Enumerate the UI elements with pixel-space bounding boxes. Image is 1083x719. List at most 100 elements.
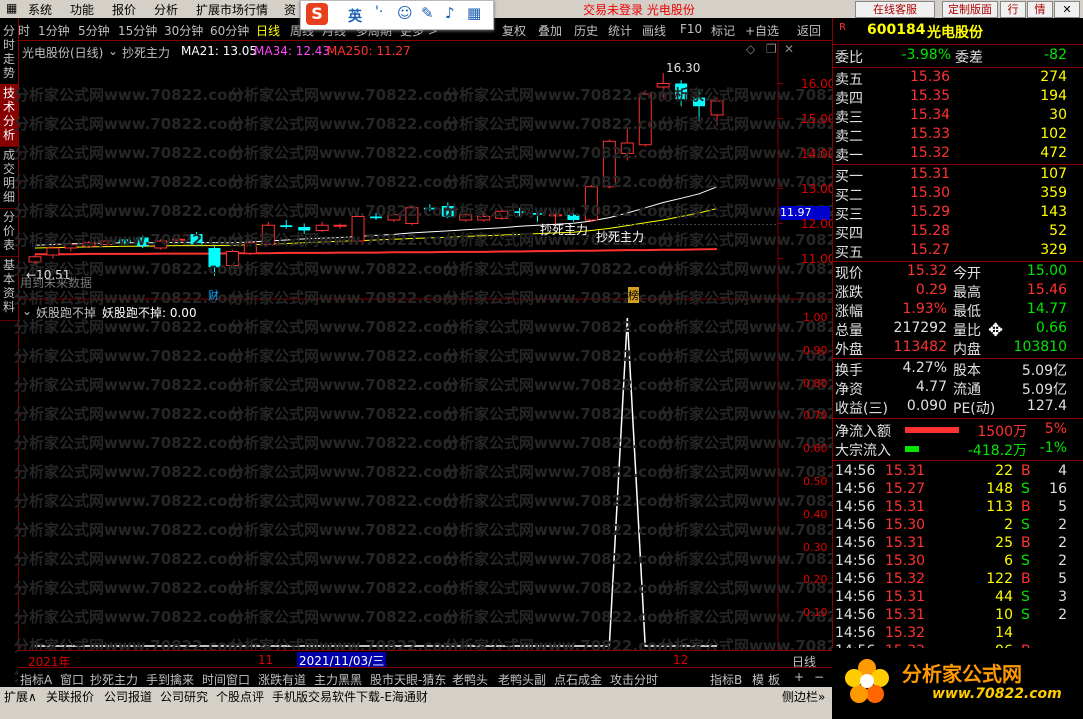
period-tab-15min[interactable]: 15分钟 bbox=[118, 22, 157, 39]
watermark-text: 分析家公式网www.70822.com bbox=[444, 579, 674, 597]
signal-label-shadow: 抄死主力 bbox=[540, 223, 589, 237]
sub-indicator-name[interactable]: 妖股跑不掉 bbox=[36, 304, 96, 321]
stat-label-2: 最低 bbox=[953, 304, 981, 320]
tick-price: 15.31 bbox=[885, 607, 926, 623]
tick-direction: S bbox=[1021, 553, 1030, 569]
menu-system-icon[interactable]: ▦ bbox=[6, 1, 17, 15]
zoom-in-icon[interactable]: + bbox=[794, 670, 804, 684]
online-service-button[interactable]: 在线客服 bbox=[855, 1, 935, 18]
fund-value-2: 127.4 bbox=[1026, 398, 1067, 414]
tab-shoudao[interactable]: 手到擒来 bbox=[146, 671, 194, 688]
tab-indicator-a[interactable]: 指标A bbox=[20, 671, 52, 688]
ime-emoji-icon[interactable]: ☺ bbox=[397, 4, 413, 22]
ime-pen-icon[interactable]: ✎ bbox=[421, 4, 434, 22]
status-company-report[interactable]: 公司报道 bbox=[104, 688, 152, 705]
period-tab-daily[interactable]: 日线 bbox=[256, 22, 280, 39]
status-sidebar-toggle[interactable]: 侧边栏» bbox=[782, 688, 825, 705]
tick-count: 2 bbox=[1058, 517, 1067, 533]
fund-row: 净资 4.77 流通 5.09亿 bbox=[835, 379, 1083, 398]
tab-laoyatou-sub[interactable]: 老鸭头副 bbox=[498, 671, 546, 688]
toolbar-history[interactable]: 历史 bbox=[574, 22, 598, 39]
status-mobile-download[interactable]: 手机版交易软件下载-E海通财 bbox=[272, 688, 428, 705]
vtab-timeshare[interactable]: 分时走势 bbox=[0, 22, 18, 85]
window-restore-icon[interactable]: ❐ bbox=[766, 42, 777, 56]
status-stock-review[interactable]: 个股点评 bbox=[216, 688, 264, 705]
menu-item-more[interactable]: 资 bbox=[284, 1, 296, 18]
menu-bar: ▦ 系统 功能 报价 分析 扩展市场行情 资 交易未登录 光电股份 在线客服 定… bbox=[0, 0, 1083, 18]
situation-button[interactable]: 情 bbox=[1027, 1, 1053, 18]
status-expand[interactable]: 扩展∧ bbox=[4, 688, 37, 705]
main-indicator-name[interactable]: 抄死主力 bbox=[122, 44, 170, 61]
ime-grid-icon[interactable]: ▦ bbox=[467, 4, 481, 22]
tab-mo[interactable]: 模 bbox=[752, 671, 764, 688]
watermark-text: 分析家公式网www.70822.com bbox=[14, 434, 244, 452]
toolbar-fuquan[interactable]: 复权 bbox=[502, 22, 526, 39]
event-mark-finance[interactable]: 财 bbox=[208, 287, 219, 303]
close-icon[interactable]: ✕ bbox=[1054, 1, 1080, 18]
tab-laoyatou[interactable]: 老鸭头 bbox=[452, 671, 488, 688]
ask-label: 卖一 bbox=[835, 148, 863, 164]
period-tab-30min[interactable]: 30分钟 bbox=[164, 22, 203, 39]
ask-row: 卖三 15.34 30 bbox=[835, 107, 1083, 126]
status-company-research[interactable]: 公司研究 bbox=[160, 688, 208, 705]
bid-volume: 143 bbox=[1040, 204, 1067, 220]
toolbar-overlay[interactable]: 叠加 bbox=[538, 22, 562, 39]
tab-indicator-b[interactable]: 指标B bbox=[710, 671, 742, 688]
menu-item-analysis[interactable]: 分析 bbox=[154, 1, 178, 18]
ime-punct-icon[interactable]: '· bbox=[375, 4, 383, 20]
toolbar-add-favorite[interactable]: +自选 bbox=[745, 22, 779, 39]
flower-logo-icon bbox=[845, 659, 889, 703]
fund-label: 净资 bbox=[835, 382, 863, 398]
watermark-text: 分析家公式网www.70822.com bbox=[229, 579, 459, 597]
toolbar-mark[interactable]: 标记 bbox=[711, 22, 735, 39]
sogou-logo-icon[interactable]: S bbox=[306, 3, 328, 25]
stat-value: 113482 bbox=[893, 339, 947, 355]
sub-y-tick: 0.90 bbox=[803, 343, 828, 357]
watermark-text: 分析家公式网www.70822.com bbox=[229, 202, 459, 220]
sub-indicator-dropdown-icon[interactable]: ⌄ bbox=[22, 304, 32, 318]
toolbar-back[interactable]: 返回 bbox=[797, 22, 821, 39]
watermark-text: 分析家公式网www.70822.com bbox=[229, 231, 459, 249]
period-tab-1min[interactable]: 1分钟 bbox=[38, 22, 70, 39]
diamond-icon[interactable]: ◇ bbox=[746, 42, 755, 56]
toolbar-f10[interactable]: F10 bbox=[680, 22, 702, 36]
menu-item-quote[interactable]: 报价 bbox=[112, 1, 136, 18]
tab-gongji[interactable]: 攻击分时 bbox=[610, 671, 658, 688]
quote-button[interactable]: 行 bbox=[1000, 1, 1026, 18]
menu-item-ext-market[interactable]: 扩展市场行情 bbox=[196, 1, 268, 18]
zoom-out-icon[interactable]: − bbox=[814, 670, 824, 684]
ma21-label: MA21: 13.05 bbox=[181, 44, 258, 58]
fund-row: 换手 4.27% 股本 5.09亿 bbox=[835, 360, 1083, 379]
window-close-icon[interactable]: ✕ bbox=[784, 42, 794, 56]
menu-item-system[interactable]: 系统 bbox=[28, 1, 52, 18]
tick-time: 14:56 bbox=[835, 481, 876, 497]
ime-lang-toggle[interactable]: 英 bbox=[348, 6, 362, 26]
watermark-text: 分析家公式网www.70822.com bbox=[444, 318, 674, 336]
tab-chaosi[interactable]: 抄死主力 bbox=[90, 671, 138, 688]
bid-label: 买四 bbox=[835, 226, 863, 242]
period-tab-60min[interactable]: 60分钟 bbox=[210, 22, 249, 39]
menu-item-function[interactable]: 功能 bbox=[70, 1, 94, 18]
tab-zhuli[interactable]: 主力黑黑 bbox=[314, 671, 362, 688]
watermark-text: 分析家公式网www.70822.com bbox=[444, 405, 674, 423]
tab-window[interactable]: 窗口 bbox=[60, 671, 84, 688]
bid-price: 15.30 bbox=[910, 185, 951, 201]
tab-time-window[interactable]: 时间窗口 bbox=[202, 671, 250, 688]
toolbar-draw[interactable]: 画线 bbox=[642, 22, 666, 39]
tab-zhangdie[interactable]: 涨跌有道 bbox=[258, 671, 306, 688]
tick-price: 15.30 bbox=[885, 553, 926, 569]
custom-layout-button[interactable]: 定制版面 bbox=[942, 1, 998, 18]
event-mark-rank[interactable]: 榜 bbox=[628, 287, 639, 303]
period-tab-5min[interactable]: 5分钟 bbox=[78, 22, 110, 39]
ask-row: 卖五 15.36 274 bbox=[835, 69, 1083, 88]
toolbar-stats[interactable]: 统计 bbox=[608, 22, 632, 39]
tab-tianyan[interactable]: 股市天眼-猜东 bbox=[370, 671, 446, 688]
tick-row: 14:56 15.32 122 B 5 bbox=[835, 571, 1083, 590]
fund-label-2: 流通 bbox=[953, 382, 981, 398]
tab-ban[interactable]: 板 bbox=[768, 671, 780, 688]
status-related-quote[interactable]: 关联报价 bbox=[46, 688, 94, 705]
tab-dianshi[interactable]: 点石成金 bbox=[554, 671, 602, 688]
ime-mic-icon[interactable]: ♪ bbox=[445, 4, 455, 22]
indicator-dropdown-icon[interactable]: ⌄ bbox=[108, 44, 118, 58]
stock-name: 光电股份 bbox=[927, 25, 983, 41]
